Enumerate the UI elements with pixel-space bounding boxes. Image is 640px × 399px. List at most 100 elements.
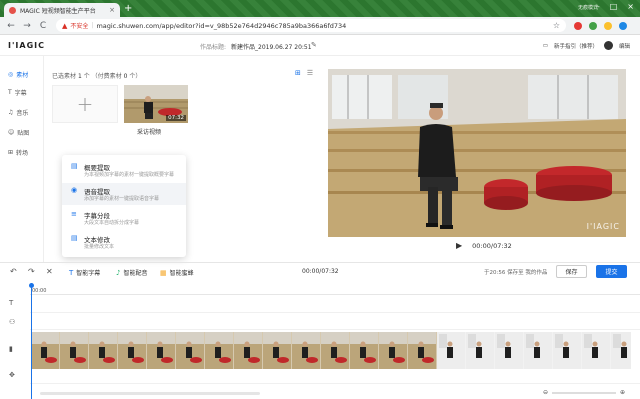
- video-track-clip[interactable]: [31, 332, 631, 369]
- clip-frame: [118, 332, 147, 369]
- clip-thumbnail[interactable]: 07:32: [124, 85, 188, 123]
- list-view-icon[interactable]: ☰: [307, 69, 313, 77]
- forward-button[interactable]: →: [22, 21, 32, 31]
- summary-icon: ▤: [71, 162, 78, 170]
- text-track-icon[interactable]: T: [9, 299, 13, 307]
- app-header: I'IAGIC 作品标题: 新建作品_2019.06.27 20:51 ✎ ▭ …: [0, 35, 640, 56]
- clip-frame: [524, 332, 553, 369]
- add-material-button[interactable]: +: [52, 85, 118, 123]
- browser-tab[interactable]: MAGIC 短视频智能生产平台 ×: [4, 3, 120, 17]
- guide-link[interactable]: 新手指引（推荐）: [554, 42, 598, 50]
- nav-item-sticker[interactable]: ☺ 贴图: [8, 128, 29, 137]
- clip-frame: [582, 332, 611, 369]
- nav-label: 字幕: [14, 90, 27, 97]
- tab-close-icon[interactable]: ×: [109, 6, 115, 14]
- audio-track[interactable]: [30, 370, 640, 384]
- extension-icon[interactable]: [574, 21, 582, 30]
- clip-frame: [31, 332, 60, 369]
- video-preview[interactable]: I'IAGIC: [328, 69, 626, 237]
- app-logo: I'IAGIC: [8, 41, 46, 50]
- mosaic-tool-icon: ▦: [160, 268, 167, 277]
- redo-icon[interactable]: ↷: [28, 267, 35, 276]
- new-tab-button[interactable]: +: [124, 3, 132, 14]
- clip-frame: [611, 332, 631, 369]
- menu-item-summary[interactable]: ▤ 概要提取 为本视频加字幕的素材一键提取概要字幕: [62, 159, 186, 181]
- cut-icon[interactable]: ✕: [46, 267, 53, 276]
- material-icon: ◎: [8, 71, 14, 78]
- menu-item-desc: 为本视频加字幕的素材一键提取概要字幕: [84, 172, 175, 178]
- menu-item-textedit[interactable]: ▤ 文本修改 批量修改文本: [62, 231, 186, 253]
- bookmark-star-icon[interactable]: ☆: [553, 21, 560, 30]
- video-track-icon[interactable]: ▮: [9, 345, 13, 353]
- playhead-handle[interactable]: [29, 283, 34, 288]
- smart-voice-button[interactable]: ♪ 智能配音: [116, 268, 147, 278]
- speech-icon: ◉: [71, 186, 78, 194]
- play-button[interactable]: ▶: [456, 241, 462, 250]
- paid-label: （付费素材: [91, 73, 122, 80]
- submit-button[interactable]: 提交: [596, 265, 627, 278]
- menu-item-segment[interactable]: ≡ 字幕分段 大段文本自动拆分成字幕: [62, 207, 186, 229]
- nav-item-transition[interactable]: ⊞ 转场: [8, 148, 28, 157]
- zoom-in-icon[interactable]: ⊕: [620, 389, 625, 396]
- nav-label: 素材: [16, 72, 29, 79]
- zoom-control: ⊖ ⊕: [543, 389, 625, 396]
- avatar[interactable]: [603, 41, 613, 50]
- clip-caption: 采访视频: [137, 129, 162, 136]
- voice-tool-icon: ♪: [116, 268, 121, 277]
- save-button[interactable]: 保存: [556, 265, 587, 278]
- subtitle-icon: T: [8, 89, 12, 96]
- nav-label: 音乐: [16, 110, 29, 117]
- address-bar: ← → C ▲ 不安全 | magic.shuwen.com/app/edito…: [0, 17, 640, 35]
- back-button[interactable]: ←: [6, 21, 16, 31]
- url-field[interactable]: ▲ 不安全 | magic.shuwen.com/app/editor?id=v…: [56, 19, 566, 32]
- menu-item-desc: 添加字幕的素材一键提取语音字幕: [84, 196, 160, 202]
- timeline-toolbar: ↶ ↷ ✕ T 智能字幕 ♪ 智能配音 ▦ 智能蜜蜂 00:00/07:32 于…: [0, 264, 640, 281]
- nav-item-subtitle[interactable]: T 字幕: [8, 88, 27, 97]
- nav-item-material[interactable]: ◎ 素材: [8, 70, 28, 79]
- edit-menu[interactable]: 编辑: [619, 42, 630, 50]
- subtitle-tool-icon: T: [69, 268, 74, 277]
- paid-number: 0: [123, 73, 128, 80]
- grid-view-icon[interactable]: ⊞: [295, 69, 301, 77]
- zoom-out-icon[interactable]: ⊖: [543, 389, 548, 396]
- maximize-button[interactable]: □: [610, 2, 618, 11]
- preview-time: 00:00/07:32: [472, 241, 512, 250]
- extension-icon[interactable]: [589, 21, 597, 30]
- extension-icon[interactable]: [619, 21, 627, 30]
- tool-label: 智能蜜蜂: [169, 270, 194, 277]
- minimize-button[interactable]: –: [596, 2, 600, 11]
- audio-track-icon[interactable]: ✥: [9, 371, 15, 379]
- time-ruler[interactable]: [30, 283, 640, 295]
- clip-duration: 07:32: [166, 115, 186, 121]
- edit-title-icon[interactable]: ✎: [311, 41, 317, 49]
- transition-icon: ⊞: [8, 149, 14, 156]
- sticker-track[interactable]: [30, 314, 640, 330]
- undo-icon[interactable]: ↶: [10, 267, 17, 276]
- favicon-icon: [9, 6, 16, 14]
- sticker-track-icon[interactable]: ⚇: [9, 318, 15, 326]
- video-frame-image: [328, 69, 626, 237]
- close-window-button[interactable]: ×: [627, 2, 634, 11]
- monitor-icon[interactable]: ▭: [543, 43, 548, 49]
- menu-item-desc: 大段文本自动拆分成字幕: [84, 220, 140, 226]
- playhead[interactable]: [31, 283, 32, 399]
- menu-item-desc: 批量修改文本: [84, 244, 115, 250]
- tab-title: MAGIC 短视频智能生产平台: [20, 7, 96, 15]
- subtitle-tools-menu: ▤ 概要提取 为本视频加字幕的素材一键提取概要字幕 ◉ 语音提取 添加字幕的素材…: [62, 155, 186, 257]
- url-text: magic.shuwen.com/app/editor?id=v_98b52e7…: [96, 21, 347, 30]
- smart-mosaic-button[interactable]: ▦ 智能蜜蜂: [160, 268, 194, 278]
- paid-suffix: 个）: [129, 73, 142, 80]
- menu-item-speech[interactable]: ◉ 语音提取 添加字幕的素材一键提取语音字幕: [62, 183, 186, 205]
- zoom-slider[interactable]: [552, 391, 617, 394]
- window-controls: – □ ×: [596, 2, 634, 11]
- reload-button[interactable]: C: [38, 21, 48, 31]
- text-track[interactable]: [30, 297, 640, 313]
- nav-item-music[interactable]: ♫ 音乐: [8, 108, 28, 117]
- tool-label: 智能字幕: [76, 270, 101, 277]
- smart-subtitle-button[interactable]: T 智能字幕: [69, 268, 101, 278]
- extension-icon[interactable]: [604, 21, 612, 30]
- timeline-scrollbar[interactable]: [40, 392, 260, 395]
- warning-icon: ▲: [62, 21, 68, 30]
- nav-label: 贴图: [17, 130, 30, 137]
- clip-frame: [495, 332, 524, 369]
